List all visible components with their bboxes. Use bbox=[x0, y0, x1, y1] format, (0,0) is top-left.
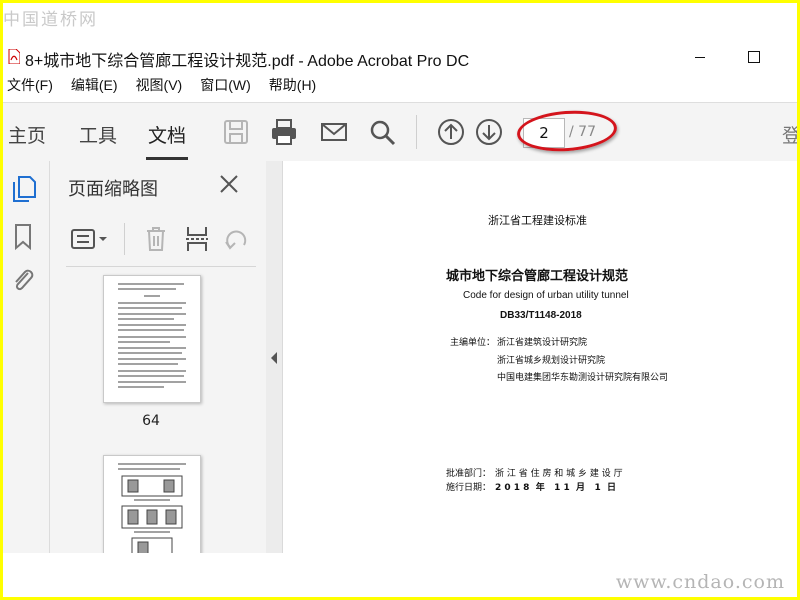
tools-separator bbox=[124, 223, 125, 255]
panel-divider bbox=[66, 266, 256, 267]
app-frame: 中国道桥网 8+城市地下综合管廊工程设计规范.pdf - Adobe Acrob… bbox=[3, 3, 797, 597]
thumbnail-options-icon[interactable] bbox=[70, 227, 108, 251]
standard-header: 浙江省工程建设标准 bbox=[488, 214, 587, 227]
maximize-button[interactable] bbox=[748, 51, 760, 63]
page-thumbnail[interactable] bbox=[103, 275, 201, 403]
email-icon[interactable] bbox=[319, 117, 349, 147]
menu-window[interactable]: 窗口(W) bbox=[200, 75, 251, 101]
menu-edit[interactable]: 编辑(E) bbox=[71, 75, 118, 101]
date-label: 施行日期： bbox=[446, 483, 492, 493]
save-icon[interactable] bbox=[221, 117, 251, 147]
active-tab-indicator bbox=[146, 157, 188, 160]
date-value: 2 0 1 8 年 1 1 月 1 日 bbox=[495, 483, 616, 493]
tab-home[interactable]: 主页 bbox=[8, 121, 46, 148]
menu-view[interactable]: 视图(V) bbox=[136, 75, 183, 101]
editor-1: 浙江省建筑设计研究院 bbox=[497, 338, 588, 348]
document-title-en: Code for design of urban utility tunnel bbox=[463, 290, 629, 301]
page-thumbnails-icon[interactable] bbox=[11, 175, 37, 203]
bookmark-icon[interactable] bbox=[13, 223, 33, 251]
editor-2: 浙江省城乡规划设计研究院 bbox=[497, 356, 606, 366]
previous-page-icon[interactable] bbox=[436, 117, 466, 147]
editor-3: 中国电建集团华东勘测设计研究院有限公司 bbox=[497, 373, 669, 383]
collapse-arrow-icon[interactable] bbox=[269, 351, 279, 365]
document-code: DB33/T1148-2018 bbox=[500, 310, 582, 321]
delete-icon[interactable] bbox=[144, 225, 168, 253]
approval-dept: 浙 江 省 住 房 和 城 乡 建 设 厅 bbox=[495, 469, 623, 479]
pdf-file-icon bbox=[8, 49, 20, 64]
tab-tools[interactable]: 工具 bbox=[79, 121, 117, 148]
left-icon-rail bbox=[3, 161, 50, 553]
approval-label: 批准部门： bbox=[446, 469, 492, 479]
thumbnail-text-lines bbox=[118, 283, 186, 388]
document-title-cn: 城市地下综合管廊工程设计规范 bbox=[446, 269, 629, 284]
page-thumbnail[interactable] bbox=[103, 455, 201, 553]
next-page-icon[interactable] bbox=[474, 117, 504, 147]
watermark-bottom: www.cndao.com bbox=[615, 571, 785, 593]
thumbnail-diagrams bbox=[118, 463, 186, 553]
watermark-top: 中国道桥网 bbox=[3, 10, 98, 30]
insert-pages-icon[interactable] bbox=[184, 225, 210, 253]
print-icon[interactable] bbox=[269, 117, 299, 147]
panel-toolbar bbox=[66, 221, 256, 257]
thumbnails-panel: 页面缩略图 64 bbox=[50, 161, 304, 553]
editor-label: 主编单位： bbox=[450, 338, 496, 348]
window-title: 8+城市地下综合管廊工程设计规范.pdf - Adobe Acrobat Pro… bbox=[25, 53, 470, 70]
attachment-icon[interactable] bbox=[10, 265, 36, 293]
toolbar-separator bbox=[416, 115, 417, 149]
panel-collapse-handle[interactable] bbox=[266, 161, 283, 553]
red-highlight-circle bbox=[515, 107, 619, 155]
thumbnail-list: 64 bbox=[66, 271, 234, 553]
minimize-button[interactable] bbox=[695, 57, 705, 58]
title-bar: 8+城市地下综合管廊工程设计规范.pdf - Adobe Acrobat Pro… bbox=[3, 39, 797, 73]
sign-in-link[interactable]: 登 bbox=[782, 121, 797, 148]
main-toolbar: 主页 工具 文档 2 / 77 登 bbox=[3, 102, 797, 162]
close-icon[interactable] bbox=[218, 173, 240, 195]
menu-bar: 文件(F) 编辑(E) 视图(V) 窗口(W) 帮助(H) bbox=[3, 75, 334, 101]
search-icon[interactable] bbox=[367, 117, 397, 147]
menu-help[interactable]: 帮助(H) bbox=[269, 75, 316, 101]
tab-document[interactable]: 文档 bbox=[148, 121, 186, 148]
menu-file[interactable]: 文件(F) bbox=[7, 75, 53, 101]
document-page: 浙江省工程建设标准 城市地下综合管廊工程设计规范 Code for design… bbox=[283, 161, 797, 597]
panel-title: 页面缩略图 bbox=[68, 179, 158, 200]
rotate-icon[interactable] bbox=[224, 225, 250, 253]
thumbnail-page-label: 64 bbox=[142, 413, 160, 429]
